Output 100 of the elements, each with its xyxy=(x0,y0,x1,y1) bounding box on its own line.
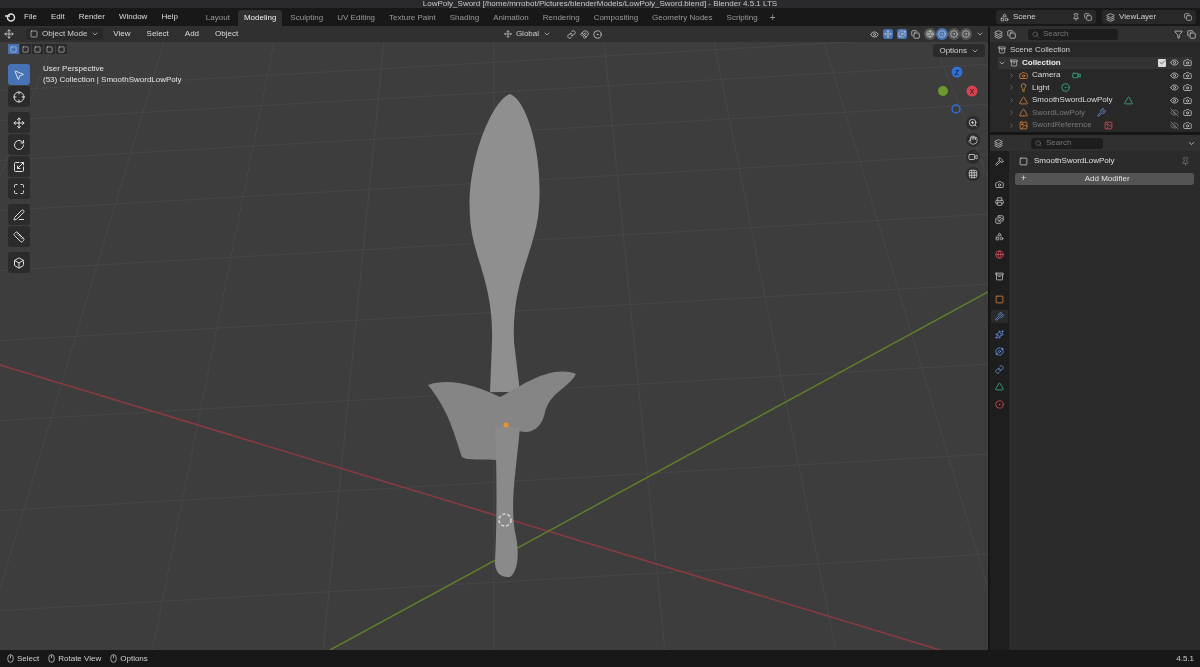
workspace-tab[interactable]: Compositing xyxy=(587,10,645,26)
editor-type-icon[interactable] xyxy=(4,29,14,39)
particles-icon xyxy=(995,329,1004,339)
data-icon xyxy=(1124,95,1134,105)
object-icon xyxy=(1019,156,1028,166)
tool-button[interactable] xyxy=(8,86,30,107)
scene-icon xyxy=(1000,12,1009,22)
workspace-tab[interactable]: Modeling xyxy=(237,10,283,26)
output-icon xyxy=(995,197,1004,206)
add-modifier-button[interactable]: + Add Modifier xyxy=(1015,173,1194,185)
menu-item[interactable]: Window xyxy=(112,9,154,25)
search-icon xyxy=(1035,139,1042,147)
eye-icon[interactable] xyxy=(1170,70,1179,80)
display-mode-icon[interactable] xyxy=(994,29,1003,39)
render-icon[interactable] xyxy=(1183,120,1192,130)
workspace-tab[interactable]: Sculpting xyxy=(284,10,330,26)
view-layer-selector[interactable]: ViewLayer xyxy=(1102,10,1196,24)
rotate-icon xyxy=(13,138,25,151)
eye-icon[interactable] xyxy=(1170,95,1179,105)
status-hint: Select xyxy=(17,652,40,665)
add-cube-icon xyxy=(13,256,25,269)
filter-icon[interactable] xyxy=(1174,29,1183,39)
data-icon xyxy=(995,382,1004,391)
object-name[interactable]: Camera xyxy=(1032,69,1061,82)
gizmo-toggle-icon[interactable] xyxy=(883,29,893,39)
proportional-edit-icon[interactable] xyxy=(593,29,602,39)
menu-item[interactable]: Render xyxy=(72,9,111,25)
object-name[interactable]: SmoothSwordLowPoly xyxy=(1032,94,1113,107)
tool-button[interactable] xyxy=(8,134,30,155)
tool-icon xyxy=(995,157,1004,166)
tool-button[interactable] xyxy=(8,112,30,133)
visibility-icon[interactable] xyxy=(870,29,879,39)
eye-hidden-icon[interactable] xyxy=(1170,108,1179,118)
orientation-dropdown[interactable]: Global xyxy=(499,28,555,40)
select-mode-button[interactable] xyxy=(56,44,67,54)
exclude-checkbox[interactable] xyxy=(1158,58,1166,67)
xray-icon[interactable] xyxy=(911,29,920,39)
workspace-tab[interactable]: Shading xyxy=(443,10,486,26)
select-mode-button[interactable] xyxy=(44,44,55,54)
header-menu-item[interactable]: View xyxy=(107,28,137,40)
workspace-tab[interactable]: Scripting xyxy=(720,10,764,26)
tool-button[interactable] xyxy=(8,226,30,247)
select-mode-button[interactable] xyxy=(20,44,31,54)
scene-selector[interactable]: Scene xyxy=(996,10,1096,24)
search-field[interactable]: Search xyxy=(1031,137,1103,149)
eye-icon[interactable] xyxy=(1170,58,1179,68)
shading-mode-button[interactable] xyxy=(924,28,936,40)
tool-button[interactable] xyxy=(8,156,30,177)
status-hint: Options xyxy=(120,652,148,665)
view-name: User Perspective xyxy=(43,63,105,74)
workspace-tab[interactable]: Layout xyxy=(199,10,236,26)
object-name: SmoothSwordLowPoly xyxy=(1034,155,1116,167)
header-menu-item[interactable]: Object xyxy=(209,28,245,40)
eye-icon[interactable] xyxy=(1170,83,1179,93)
outliner-root[interactable]: Scene Collection xyxy=(1010,44,1071,57)
menu-item[interactable]: File xyxy=(18,9,43,25)
workspace-tab[interactable]: Geometry Nodes xyxy=(646,10,719,26)
workspace-tab[interactable]: Animation xyxy=(487,10,535,26)
select-mode-button[interactable] xyxy=(32,44,43,54)
properties-tab[interactable] xyxy=(991,310,1008,323)
copy-icon[interactable] xyxy=(1184,13,1192,21)
header-menu-item[interactable]: Add xyxy=(178,28,206,40)
shading-mode-button[interactable] xyxy=(960,28,972,40)
menu-item[interactable]: Help xyxy=(155,9,184,25)
move-icon xyxy=(13,116,25,129)
render-icon[interactable] xyxy=(1183,83,1192,93)
render-icon[interactable] xyxy=(1183,70,1192,80)
workspace-tab[interactable]: Texture Paint xyxy=(383,10,442,26)
object-name[interactable]: SwordLowPoly xyxy=(1032,106,1085,119)
shading-mode-button[interactable] xyxy=(948,28,960,40)
add-workspace-button[interactable]: + xyxy=(765,9,780,25)
eye-hidden-icon[interactable] xyxy=(1170,120,1179,130)
render-icon[interactable] xyxy=(1183,108,1192,118)
tool-button[interactable] xyxy=(8,178,30,199)
editor-type-icon[interactable] xyxy=(994,138,1003,148)
status-hint: Rotate View xyxy=(58,652,102,665)
shading-mode-button[interactable] xyxy=(936,28,948,40)
search-field[interactable]: Search xyxy=(1028,28,1118,40)
workspace-tab[interactable]: Rendering xyxy=(536,10,586,26)
shading-options-icon[interactable] xyxy=(976,30,984,38)
tool-button[interactable] xyxy=(8,252,30,273)
pin-icon[interactable] xyxy=(1072,13,1080,21)
overlay-toggle-icon[interactable] xyxy=(897,29,907,39)
header-menu-item[interactable]: Select xyxy=(140,28,175,40)
world-icon xyxy=(995,249,1004,259)
logo-icon[interactable] xyxy=(4,12,16,22)
mouse-icon xyxy=(47,654,57,663)
select-icon xyxy=(13,68,25,81)
plus-icon: + xyxy=(1021,172,1027,186)
workspace-tab[interactable]: UV Editing xyxy=(331,10,382,26)
object-name[interactable]: Light xyxy=(1032,81,1050,94)
mouse-icon xyxy=(109,654,119,663)
options-dropdown[interactable]: Options xyxy=(933,44,985,57)
copy-icon[interactable] xyxy=(1084,13,1092,21)
tool-button[interactable] xyxy=(8,204,30,225)
render-icon[interactable] xyxy=(1183,95,1192,105)
menu-item[interactable]: Edit xyxy=(44,9,71,25)
object-name[interactable]: SwordReference xyxy=(1032,119,1092,132)
render-icon[interactable] xyxy=(1183,58,1192,68)
mode-dropdown[interactable]: Object Mode xyxy=(26,28,104,40)
